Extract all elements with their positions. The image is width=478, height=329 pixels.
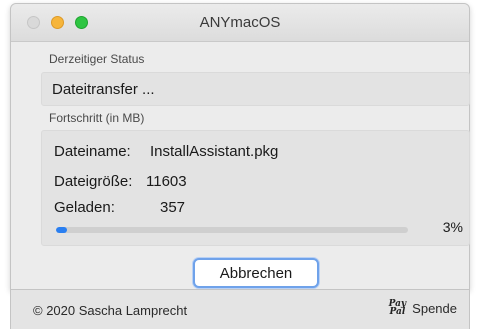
loaded-value: 357: [160, 199, 186, 216]
filename-label: Dateiname:: [54, 143, 131, 160]
cancel-button[interactable]: Abbrechen: [193, 258, 319, 288]
progress-bar-fill: [56, 227, 67, 233]
filesize-row: Dateigröße: 11603: [54, 173, 187, 190]
filesize-value: 11603: [146, 173, 187, 190]
footer: © 2020 Sascha Lamprecht Pay Pal Spende: [10, 290, 470, 329]
progress-group: Dateiname: InstallAssistant.pkg Dateigrö…: [41, 130, 470, 246]
copyright-text: © 2020 Sascha Lamprecht: [33, 303, 188, 318]
title-bar[interactable]: ANYmacOS: [11, 4, 469, 42]
donate-label: Spende: [412, 300, 457, 316]
filesize-label: Dateigröße:: [54, 173, 133, 190]
progress-section-label: Fortschritt (in MB): [49, 111, 145, 125]
window-title: ANYmacOS: [199, 14, 281, 31]
progress-bar: [56, 227, 408, 233]
status-value: Dateitransfer ...: [52, 81, 155, 98]
status-section-label: Derzeitiger Status: [49, 52, 145, 66]
app-window: ANYmacOS Derzeitiger Status Dateitransfe…: [10, 3, 470, 290]
loaded-row: Geladen: 357: [54, 199, 185, 216]
paypal-icon: Pay Pal: [388, 299, 407, 317]
loaded-label: Geladen:: [54, 199, 115, 216]
filename-value: InstallAssistant.pkg: [150, 143, 279, 160]
progress-percent: 3%: [442, 219, 463, 235]
donate-button[interactable]: Pay Pal Spende: [388, 299, 457, 317]
status-box: Dateitransfer ...: [41, 72, 470, 106]
filename-row: Dateiname: InstallAssistant.pkg: [54, 143, 278, 160]
